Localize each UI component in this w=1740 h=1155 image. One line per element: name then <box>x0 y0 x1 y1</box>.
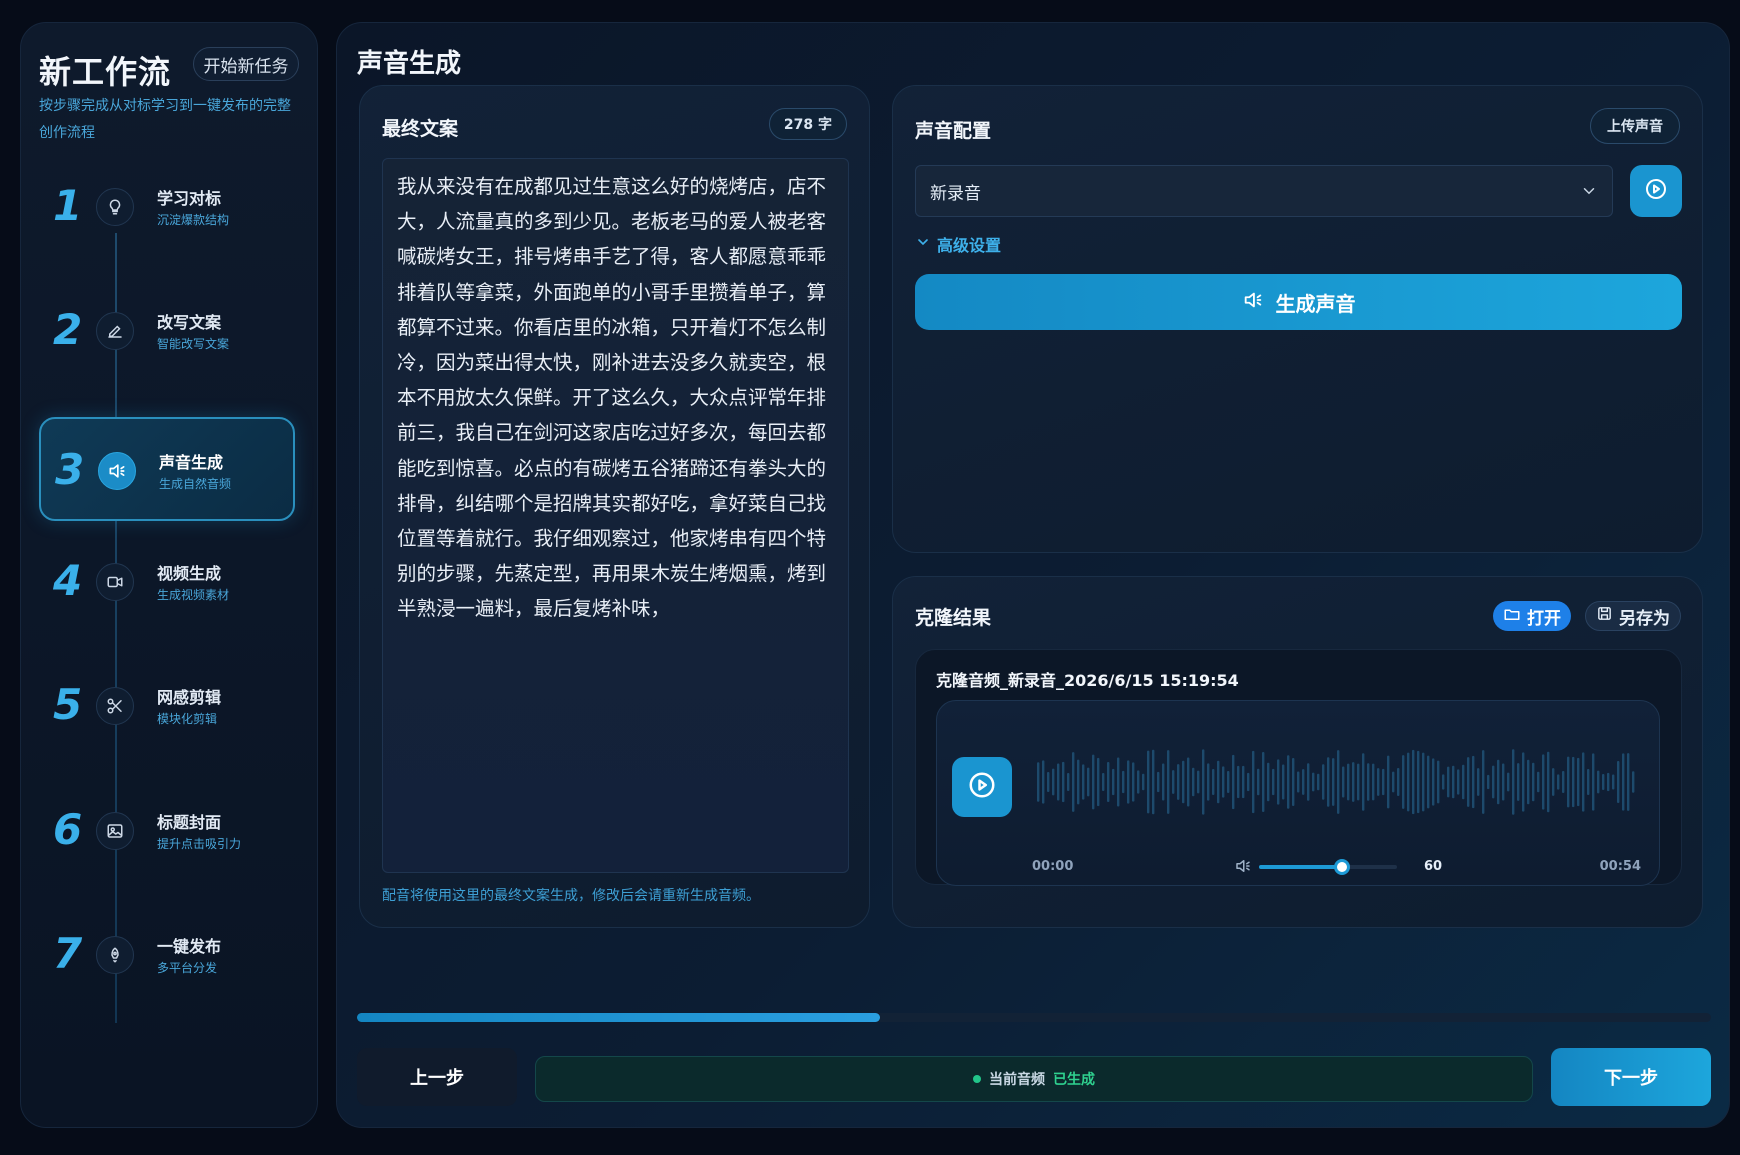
save-as-label: 另存为 <box>1619 608 1670 629</box>
prev-step-button[interactable]: 上一步 <box>357 1048 517 1106</box>
lightbulb-icon <box>96 188 134 226</box>
volume-slider-handle[interactable] <box>1333 859 1350 875</box>
folder-icon <box>1503 605 1521 628</box>
main-panel: 声音生成 最终文案 278 字 我从来没有在成都见过生意这么好的烧烤店，店不大，… <box>336 22 1730 1128</box>
speaker-icon <box>98 452 136 490</box>
step-label: 一键发布 <box>157 937 222 956</box>
chevron-down-icon <box>915 234 931 254</box>
step-sub: 沉淀爆款结构 <box>157 213 230 227</box>
image-icon <box>96 812 134 850</box>
advanced-settings-label: 高级设置 <box>937 236 1002 255</box>
volume-icon[interactable] <box>1234 857 1252 879</box>
status-dot <box>973 1075 981 1083</box>
upload-voice-button[interactable]: 上传声音 <box>1590 108 1680 144</box>
step-label: 网感剪辑 <box>157 688 222 707</box>
step-4-video[interactable]: 4 视频生成 生成视频素材 <box>39 530 295 634</box>
step-sub: 智能改写文案 <box>157 337 230 351</box>
volume-slider-fill <box>1259 865 1342 869</box>
step-sub: 多平台分发 <box>157 961 218 975</box>
step-1-learn[interactable]: 1 学习对标 沉淀爆款结构 <box>39 155 295 259</box>
step-number: 7 <box>53 929 83 978</box>
volume-value: 60 <box>1424 859 1443 874</box>
preview-voice-button[interactable] <box>1630 165 1682 217</box>
step-number: 5 <box>53 680 83 729</box>
voice-config-title: 声音配置 <box>915 120 992 142</box>
volume-slider[interactable] <box>1259 859 1397 875</box>
step-5-edit[interactable]: 5 网感剪辑 模块化剪辑 <box>39 654 295 758</box>
step-sub: 生成视频素材 <box>157 588 230 602</box>
step-sub: 生成自然音频 <box>159 477 232 491</box>
step-label: 视频生成 <box>157 564 222 583</box>
page-title: 声音生成 <box>357 49 462 79</box>
step-6-cover[interactable]: 6 标题封面 提升点击吸引力 <box>39 779 295 883</box>
step-sub: 提升点击吸引力 <box>157 837 242 851</box>
rocket-icon <box>96 936 134 974</box>
final-script-card: 最终文案 278 字 我从来没有在成都见过生意这么好的烧烤店，店不大，人流量真的… <box>359 85 870 928</box>
step-label: 改写文案 <box>157 313 222 332</box>
workflow-progress-fill <box>357 1013 880 1022</box>
status-value: 已生成 <box>1053 1072 1095 1088</box>
voice-config-card: 声音配置 上传声音 新录音 高级设置 生成声音 <box>892 85 1703 553</box>
video-icon <box>96 563 134 601</box>
final-script-title: 最终文案 <box>382 118 459 140</box>
waveform[interactable] <box>1037 747 1637 817</box>
step-label: 标题封面 <box>157 813 222 832</box>
audio-player: 00:00 60 00:54 <box>936 700 1660 886</box>
sidebar: 新工作流 开始新任务 按步骤完成从对标学习到一键发布的完整创作流程 1 学习对标… <box>20 22 318 1128</box>
status-bar: 当前音频 已生成 <box>535 1056 1533 1102</box>
save-icon <box>1596 605 1613 627</box>
scissors-icon <box>96 687 134 725</box>
generate-voice-button[interactable]: 生成声音 <box>915 274 1682 330</box>
speaker-icon <box>1242 289 1264 316</box>
script-note: 配音将使用这里的最终文案生成，修改后会请重新生成音频。 <box>382 888 760 904</box>
word-count-badge: 278 字 <box>768 108 847 140</box>
step-number: 2 <box>53 305 83 354</box>
step-sub: 模块化剪辑 <box>157 712 218 726</box>
voice-select-value: 新录音 <box>930 183 981 204</box>
status-label: 当前音频 <box>989 1072 1045 1088</box>
play-audio-button[interactable] <box>952 757 1012 817</box>
generate-voice-label: 生成声音 <box>1275 291 1356 316</box>
step-3-voice[interactable]: 3 声音生成 生成自然音频 <box>39 417 295 521</box>
chevron-down-icon <box>1580 182 1598 205</box>
pencil-icon <box>96 312 134 350</box>
play-circle-icon <box>1644 177 1668 205</box>
step-number: 3 <box>55 445 85 494</box>
step-number: 1 <box>53 181 83 230</box>
clone-result-title: 克隆结果 <box>915 607 992 629</box>
workflow-progress-bar <box>357 1013 1711 1022</box>
step-number: 6 <box>53 805 83 854</box>
step-number: 4 <box>53 556 83 605</box>
clone-result-card: 克隆结果 打开 另存为 克隆音频_新录音_2026/6/15 15:19:54 <box>892 576 1703 928</box>
new-task-button[interactable]: 开始新任务 <box>193 47 299 81</box>
step-7-publish[interactable]: 7 一键发布 多平台分发 <box>39 903 295 1007</box>
step-label: 声音生成 <box>159 453 224 472</box>
open-label: 打开 <box>1527 608 1561 629</box>
time-total: 00:54 <box>1599 859 1641 874</box>
audio-file-name: 克隆音频_新录音_2026/6/15 15:19:54 <box>936 671 1239 690</box>
sidebar-description: 按步骤完成从对标学习到一键发布的完整创作流程 <box>39 98 291 141</box>
next-step-button[interactable]: 下一步 <box>1551 1048 1711 1106</box>
save-as-button[interactable]: 另存为 <box>1585 601 1681 631</box>
final-script-textarea[interactable]: 我从来没有在成都见过生意这么好的烧烤店，店不大，人流量真的多到少见。老板老马的爱… <box>382 158 849 873</box>
open-button[interactable]: 打开 <box>1493 601 1571 631</box>
step-label: 学习对标 <box>157 189 222 208</box>
step-2-rewrite[interactable]: 2 改写文案 智能改写文案 <box>39 279 295 383</box>
sidebar-title: 新工作流 <box>39 53 172 91</box>
advanced-settings-toggle[interactable]: 高级设置 <box>915 232 1001 256</box>
play-circle-icon <box>967 770 997 804</box>
voice-select[interactable]: 新录音 <box>915 165 1613 217</box>
time-current: 00:00 <box>1032 859 1074 874</box>
audio-result-item: 克隆音频_新录音_2026/6/15 15:19:54 00:00 60 00:… <box>915 649 1682 886</box>
